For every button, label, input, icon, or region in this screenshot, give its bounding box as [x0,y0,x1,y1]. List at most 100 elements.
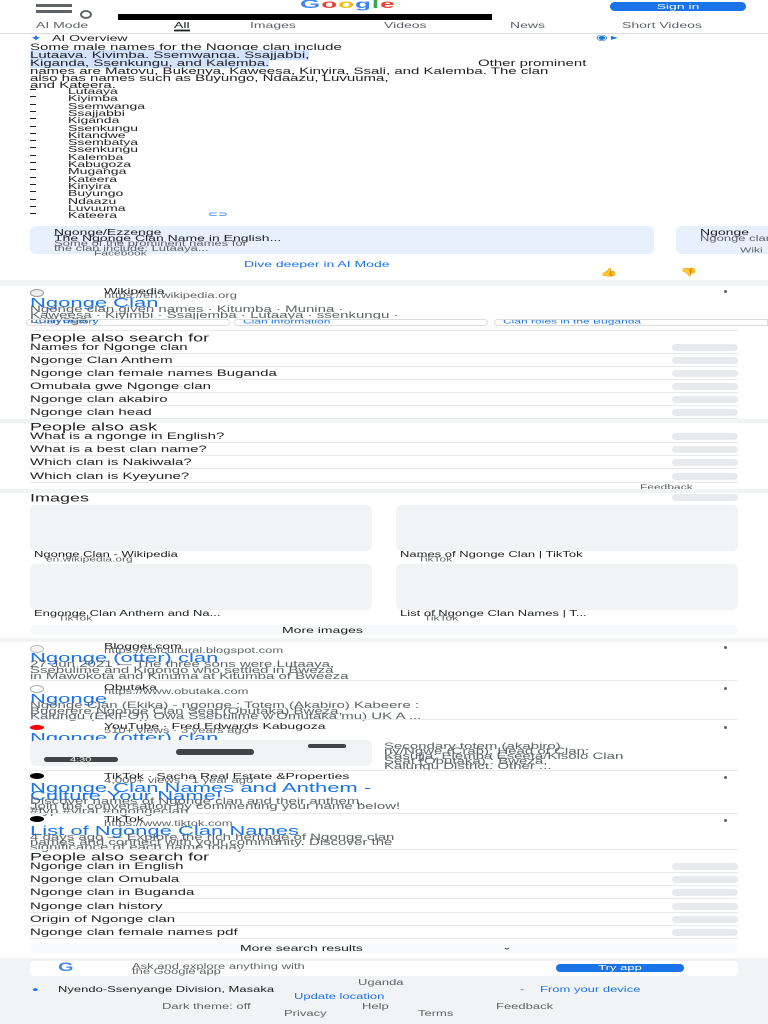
related-search-item[interactable]: Names for Ngonge clan [30,342,188,352]
tab-news[interactable]: News [510,20,545,30]
search-icon[interactable] [672,409,738,416]
search-icon[interactable] [672,902,738,910]
chip-clan-history[interactable]: Clan history [26,319,230,326]
source-link-icon[interactable]: ⊂⊃ [208,210,228,218]
related-search-item[interactable]: Ngonge clan akabiro [30,394,168,404]
divider [30,366,738,367]
search-icon[interactable] [672,370,738,377]
search-icon[interactable] [80,10,92,19]
bullet-icon [30,125,36,127]
tab-ai-mode[interactable]: AI Mode [36,20,88,30]
chevron-down-icon[interactable] [672,433,738,440]
chevron-down-icon: ⌄ [502,943,513,952]
search-icon[interactable] [672,344,738,351]
tab-all[interactable]: All [174,20,190,32]
tiktok-favicon [30,773,44,779]
images-heading: Images [30,492,90,504]
search-icon[interactable] [672,863,738,870]
feedback-link[interactable]: Feedback [496,1002,553,1011]
more-options-icon[interactable] [724,646,727,649]
related-search-item[interactable]: Ngonge clan Omubala [30,874,179,884]
bullet-icon [30,169,36,171]
from-device-link[interactable]: From your device [540,985,640,994]
more-options-icon[interactable] [724,726,727,729]
related-search-item[interactable]: Ngonge clan history [30,901,163,911]
image-thumbnail[interactable] [396,564,738,610]
more-search-results-button[interactable]: More search results ⌄ [30,943,738,953]
more-images-button[interactable]: More images [30,625,738,635]
more-options-icon[interactable] [724,776,727,779]
bullet-icon [30,96,36,98]
related-search-item[interactable]: Ngonge clan female names pdf [30,927,238,937]
chevron-down-icon[interactable] [672,446,738,454]
image-thumbnail[interactable] [396,505,738,551]
search-icon[interactable] [672,929,738,936]
image-thumbnail[interactable] [30,564,372,610]
source-card-source: Facebook [94,249,147,258]
more-options-icon[interactable] [724,819,727,822]
related-search-item[interactable]: Ngonge clan head [30,407,152,417]
related-search-item[interactable]: Omubala gwe Ngonge clan [30,381,211,391]
divider [30,405,738,406]
video-thumbnail[interactable]: 4:30 [30,740,372,766]
search-icon[interactable] [672,876,738,884]
chip-clan-information[interactable]: Clan information [234,319,488,326]
source-card-source: Wiki [740,246,763,255]
listen-icon[interactable]: ◉ ▸ [596,33,617,43]
bullet-icon [30,183,36,185]
tab-images[interactable]: Images [250,20,296,30]
search-icon[interactable] [672,889,738,897]
bullet-icon [30,89,36,90]
divider [30,938,738,939]
thumbs-down-icon[interactable]: 👎 [680,267,697,277]
search-icon[interactable] [672,396,738,403]
paa-question[interactable]: What is a best clan name? [30,444,207,454]
bullet-icon [30,103,36,105]
related-search-item[interactable]: Ngonge clan female names Buganda [30,368,277,378]
location-dot-icon: ● [32,986,39,994]
footer-country: Uganda [358,978,404,987]
bullet-icon [30,162,36,163]
ai-overview-name-item: Kateera [68,210,118,220]
privacy-link[interactable]: Privacy [284,1009,327,1018]
tab-videos[interactable]: Videos [384,20,427,30]
dark-theme-link[interactable]: Dark theme: off [162,1002,251,1011]
chevron-down-icon[interactable] [672,472,738,480]
chip-clan-roles[interactable]: Clan roles in the Buganda [494,319,768,326]
sign-in-button[interactable]: Sign in [610,2,746,11]
related-search-item[interactable]: Ngonge clan in English [30,861,183,871]
related-search-item[interactable]: Ngonge Clan Anthem [30,355,173,365]
thumbs-up-icon[interactable]: 👍 [600,267,617,277]
paa-question[interactable]: What is a ngonge in English? [30,431,224,441]
dive-deeper-link[interactable]: Dive deeper in AI Mode [244,259,390,269]
image-thumbnail[interactable] [30,505,372,551]
try-app-button[interactable]: Try app [556,964,684,972]
google-g-icon: G [58,961,74,975]
terms-link[interactable]: Terms [418,1009,453,1018]
tab-short-videos[interactable]: Short Videos [622,20,702,30]
help-link[interactable]: Help [362,1002,389,1011]
collapse-images-button[interactable] [672,494,738,501]
paa-question[interactable]: Which clan is Kyeyune? [30,471,189,481]
more-options-icon[interactable] [724,290,727,293]
search-icon[interactable] [672,383,738,390]
divider [30,924,738,926]
bullet-icon [30,191,36,193]
bullet-icon [30,140,36,142]
update-location-link[interactable]: Update location [294,992,384,1001]
divider [30,442,738,443]
search-icon[interactable] [672,915,738,923]
top-bar: Google Sign in [0,0,768,22]
search-icon[interactable] [672,357,738,364]
related-search-item[interactable]: Ngonge clan in Buganda [30,887,194,897]
paa-question[interactable]: Which clan is Nakiwala? [30,457,192,467]
menu-icon[interactable] [36,4,72,7]
more-options-icon[interactable] [724,687,727,690]
related-search-item[interactable]: Origin of Ngonge clan [30,914,175,924]
play-button-icon[interactable] [176,749,254,755]
google-logo[interactable]: Google [300,0,396,11]
ai-source-card-2[interactable]: Ngonge Ngonge clan Wiki [676,226,768,254]
chevron-down-icon[interactable] [672,459,738,467]
ai-source-card-1[interactable]: Ngonge/Ezzenge The Ngonge Clan Name in E… [30,226,654,258]
bullet-icon [30,198,36,200]
